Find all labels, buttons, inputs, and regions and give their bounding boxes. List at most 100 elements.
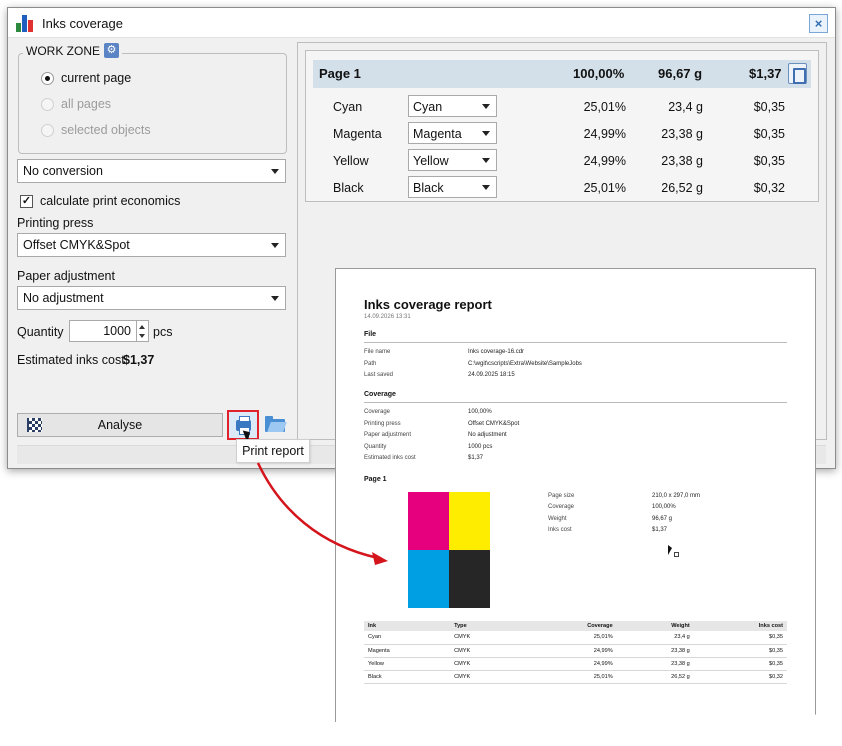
mouse-cursor-icon [668,545,672,555]
ink-cost: $0,35 [753,154,785,168]
table-cell: Magenta [364,644,451,658]
report-coverage-value: No adjustment [468,432,507,438]
table-header: Inks cost [693,621,787,631]
ink-weight: 23,4 g [668,100,703,114]
ink-mapping-dropdown[interactable]: Magenta [408,122,497,144]
folder-icon [265,416,285,432]
table-row: Yellow CMYK 24,99% 23,38 g $0,35 [364,657,787,671]
report-coverage-key: Printing press [364,421,401,427]
clipboard-icon[interactable] [788,63,807,84]
page-cost: $1,37 [749,66,782,81]
quantity-input[interactable]: 1000 [69,320,137,342]
report-coverage-key: Paper adjustment [364,432,412,438]
table-cell: CMYK [450,631,520,645]
report-file-value: Inks coverage-16.cdr [468,349,525,355]
chevron-down-icon [271,169,279,174]
ink-mapping-dropdown[interactable]: Black [408,176,497,198]
work-zone-title: WORK ZONE [26,43,100,58]
page-summary-row: Page 1 100,00% 96,67 g $1,37 [313,60,811,88]
printing-press-dropdown[interactable]: Offset CMYK&Spot [17,233,286,257]
divider [364,342,787,343]
conversion-dropdown[interactable]: No conversion [17,159,286,183]
report-page-key: Weight [548,516,567,522]
ink-row-magenta: Magenta Magenta 24,99% 23,38 g $0,35 [313,122,811,146]
radio-selected-objects[interactable]: selected objects [41,123,151,137]
ink-name: Magenta [333,127,382,141]
radio-label: all pages [61,97,112,111]
analyse-label: Analyse [97,418,143,432]
ink-coverage: 24,99% [583,127,626,141]
cursor-box-icon [674,552,679,557]
table-cell: 24,99% [519,657,617,671]
analyse-button[interactable]: Analyse [17,413,223,437]
report-coverage-key: Estimated inks cost [364,455,416,461]
printing-press-label: Printing press [17,216,94,230]
ink-mapping-dropdown[interactable]: Cyan [408,95,497,117]
table-cell: $0,35 [693,631,787,645]
paper-adjustment-dropdown[interactable]: No adjustment [17,286,286,310]
ink-mapping-value: Magenta [413,127,462,141]
page-coverage: 100,00% [573,66,625,81]
report-file-key: File name [364,349,391,355]
close-button[interactable]: × [809,14,828,33]
table-cell: 24,99% [519,644,617,658]
radio-label: selected objects [61,123,151,137]
ink-name: Yellow [333,154,369,168]
report-page-key: Coverage [548,504,575,510]
table-cell: $0,35 [693,657,787,671]
bar-chart-icon [16,14,34,32]
table-header-row: Ink Type Coverage Weight Inks cost [364,621,787,631]
quantity-stepper[interactable] [137,320,149,342]
table-cell: 23,38 g [616,657,694,671]
ink-name: Black [333,181,364,195]
spin-down-icon[interactable] [139,334,145,338]
ink-cost: $0,35 [753,100,785,114]
table-row: Magenta CMYK 24,99% 23,38 g $0,35 [364,644,787,658]
report-title: Inks coverage report [364,297,492,312]
ink-mapping-value: Cyan [413,100,443,114]
ink-coverage: 25,01% [583,181,626,195]
radio-current-page[interactable]: current page [41,71,131,85]
report-coverage-heading: Coverage [364,391,396,398]
radio-button[interactable] [41,71,54,85]
report-file-key: Last saved [364,372,394,378]
report-coverage-value: 100,00% [468,409,492,415]
swatch-black [449,550,490,608]
table-cell: 25,01% [519,670,617,684]
swatch-yellow [449,492,490,550]
chevron-down-icon [482,131,490,136]
table-header: Coverage [519,621,617,631]
quantity-unit: pcs [153,325,173,339]
ink-mapping-value: Yellow [413,154,449,168]
table-cell: 23,38 g [616,644,694,658]
ink-coverage: 25,01% [583,100,626,114]
ink-weight: 23,38 g [661,127,703,141]
print-report-button[interactable] [227,410,259,440]
paper-adjustment-label: Paper adjustment [17,269,115,283]
report-coverage-key: Coverage [364,409,391,415]
chevron-down-icon [482,158,490,163]
print-report-tooltip: Print report [236,439,310,463]
radio-button[interactable] [41,97,54,111]
table-header: Ink [364,621,451,631]
calc-economics-checkbox-row[interactable]: ✓ calculate print economics [20,194,180,208]
ink-mapping-dropdown[interactable]: Yellow [408,149,497,171]
report-file-value: C:\wgit\cscripts\Extra\Website\SampleJob… [468,361,582,367]
ink-mapping-value: Black [413,181,444,195]
report-page-value: $1,37 [652,527,668,533]
table-cell: Black [364,670,451,684]
window-title: Inks coverage [42,16,123,31]
estimated-cost-value: $1,37 [123,353,155,367]
open-folder-button[interactable] [262,413,288,437]
table-cell: 23,4 g [616,631,694,645]
radio-button[interactable] [41,123,54,137]
report-page-key: Page size [548,493,575,499]
report-page-heading: Page 1 [364,476,387,483]
spin-up-icon[interactable] [139,325,145,329]
checkbox[interactable]: ✓ [20,194,33,208]
checkbox-label: calculate print economics [40,194,181,208]
gear-icon[interactable]: ⚙ [104,43,119,58]
report-coverage-value: Offset CMYK&Spot [468,421,520,427]
radio-all-pages[interactable]: all pages [41,97,111,111]
report-preview: Inks coverage report 14.09.2026 13:31 Fi… [335,268,816,724]
